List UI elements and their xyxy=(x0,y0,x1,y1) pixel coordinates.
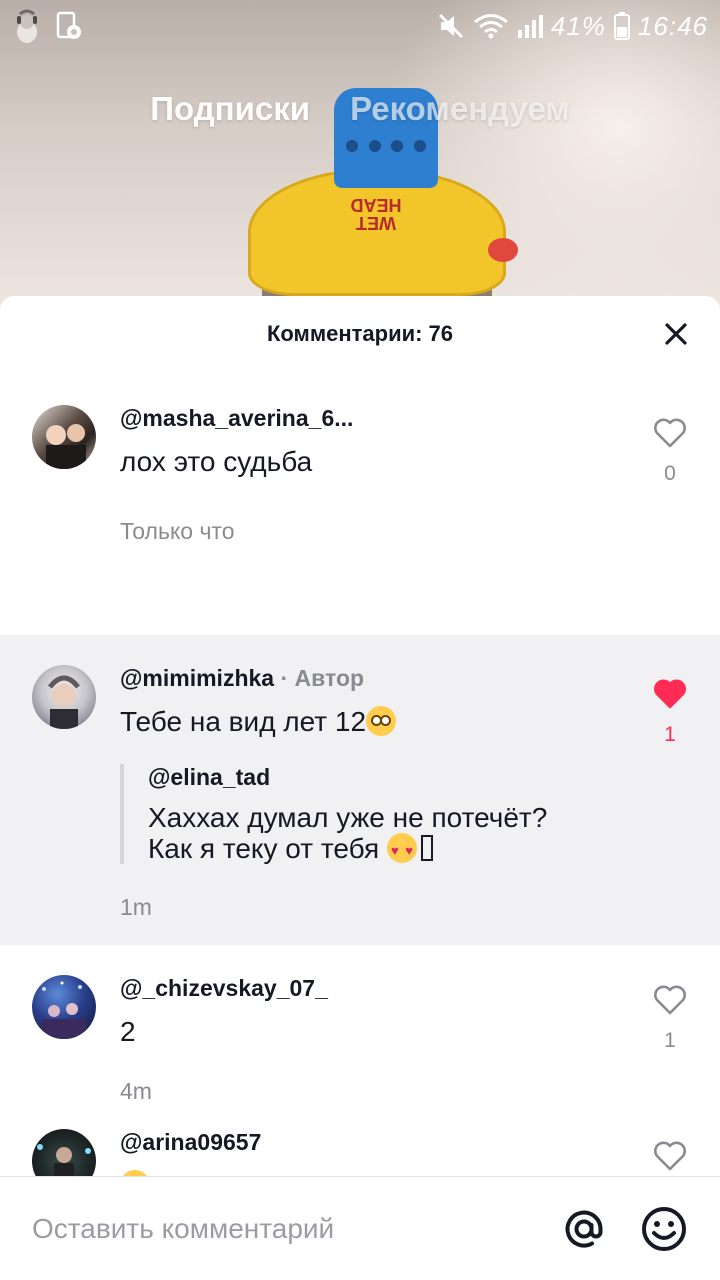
comment-username[interactable]: @masha_averina_6... xyxy=(120,405,620,432)
screen-record-icon xyxy=(56,11,81,39)
comment-time: Только что xyxy=(120,518,235,544)
comment-text: 2 xyxy=(120,1016,136,1047)
author-badge: · Автор xyxy=(280,665,365,691)
comment-username[interactable]: @mimimizhka xyxy=(120,665,274,691)
status-bar: 41% 16:46 xyxy=(0,0,720,52)
heart-outline-icon xyxy=(654,418,686,448)
quoted-text-line-1: Хаххах думал уже не потечёт? xyxy=(148,802,548,833)
video-hat-label: WET HEAD xyxy=(350,195,402,233)
avatar[interactable] xyxy=(32,975,96,1039)
comment-item-author: @mimimizhka · Автор Тебе на вид лет 12 @… xyxy=(0,635,720,945)
flushed-face-emoji-icon xyxy=(366,706,397,736)
emoji-icon[interactable] xyxy=(640,1205,688,1253)
battery-icon xyxy=(613,12,630,40)
comment-input[interactable] xyxy=(32,1212,560,1245)
comments-sheet: Комментарии: 76 @masha_averina_6... лох … xyxy=(0,296,720,1280)
close-icon[interactable] xyxy=(660,318,692,350)
battery-percentage: 41% xyxy=(550,10,606,41)
like-button[interactable]: 1 xyxy=(652,679,688,747)
quoted-text-line-2: Как я теку от тебя xyxy=(148,833,380,864)
signal-icon xyxy=(517,15,543,38)
tab-following[interactable]: Подписки xyxy=(150,90,310,128)
missing-glyph-icon xyxy=(420,835,433,861)
avatar[interactable] xyxy=(32,405,96,469)
heart-filled-icon xyxy=(654,679,686,709)
like-button[interactable]: 1 xyxy=(652,985,688,1053)
comments-title: Комментарии: 76 xyxy=(266,321,454,346)
like-count: 1 xyxy=(664,723,676,746)
comment-text: лох это судьба xyxy=(120,446,313,477)
heart-eyes-emoji-icon xyxy=(386,833,417,866)
comment-item: @_chizevskay_07_ 2 4m 1 xyxy=(0,945,720,1129)
mute-icon xyxy=(438,13,463,39)
comment-input-bar xyxy=(0,1176,720,1280)
mention-icon[interactable] xyxy=(560,1205,608,1253)
quoted-username[interactable]: @elina_tad xyxy=(148,764,620,791)
heart-outline-icon xyxy=(654,985,686,1015)
wifi-icon xyxy=(473,14,508,39)
like-count: 0 xyxy=(664,462,676,485)
quoted-reply: @elina_tad Хаххах думал уже не потечёт? … xyxy=(120,764,620,866)
comment-item: @masha_averina_6... лох это судьба Тольк… xyxy=(0,372,720,635)
tab-for-you[interactable]: Рекомендуем xyxy=(350,90,570,128)
like-count: 1 xyxy=(664,1029,676,1052)
feed-tabs: Подписки Рекомендуем xyxy=(0,90,720,128)
video-hat-pin xyxy=(488,238,518,262)
comment-time: 1m xyxy=(120,894,152,920)
comment-text: Тебе на вид лет 12 xyxy=(120,706,367,737)
comments-header: Комментарии: 76 xyxy=(0,296,720,372)
heart-outline-icon xyxy=(654,1141,686,1171)
avatar[interactable] xyxy=(32,665,96,729)
comment-username[interactable]: @_chizevskay_07_ xyxy=(120,975,620,1002)
video-hat-holes xyxy=(346,140,426,154)
app-notification-icon xyxy=(17,9,37,43)
clock: 16:46 xyxy=(637,10,708,41)
comment-time: 4m xyxy=(120,1078,152,1104)
like-button[interactable]: 0 xyxy=(652,418,688,486)
comment-username[interactable]: @arina09657 xyxy=(120,1129,620,1156)
